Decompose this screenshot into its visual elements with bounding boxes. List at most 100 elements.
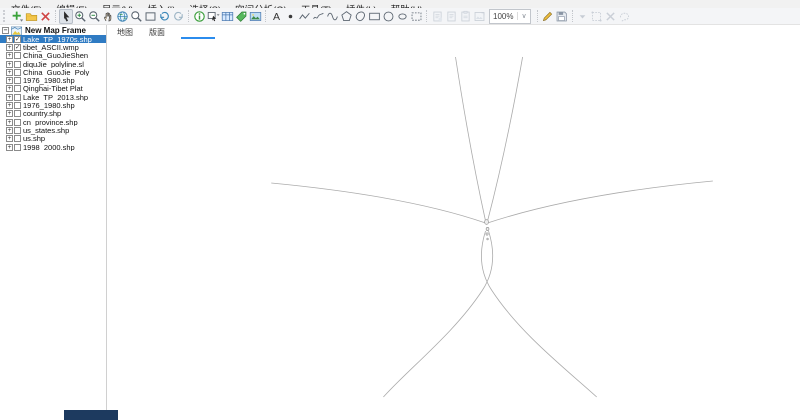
layer-label[interactable]: Lake_TP_1970s.shp — [22, 35, 93, 43]
map-frame-row[interactable]: − New Map Frame — [0, 26, 106, 35]
expand-toggle-icon[interactable]: + — [6, 43, 13, 51]
layer-label[interactable]: 1976_1980.shp — [22, 76, 76, 84]
layer-row[interactable]: + Qinghai-Tibet Plat — [0, 85, 106, 93]
zoom-out-button[interactable] — [87, 9, 101, 24]
identify-button[interactable] — [192, 9, 206, 24]
layer-row[interactable]: + cn_province.shp — [0, 118, 106, 126]
remove-layer-button[interactable] — [38, 9, 52, 24]
menu-spatial-analysis[interactable]: 空间分析(G) — [228, 5, 294, 8]
menu-tools[interactable]: 工具(T) — [294, 5, 339, 8]
ellipse-tool-button[interactable] — [395, 9, 409, 24]
redo-button[interactable] — [171, 9, 185, 24]
menu-file[interactable]: 文件(F) — [4, 5, 49, 8]
layer-visibility-checkbox[interactable] — [14, 110, 21, 118]
zoom-to-layer-button[interactable] — [129, 9, 143, 24]
expand-toggle-icon[interactable]: + — [6, 77, 13, 85]
layer-visibility-checkbox[interactable] — [14, 143, 21, 151]
polyline-tool-button[interactable] — [297, 9, 311, 24]
layer-row[interactable]: + ✓ tibet_ASCII.wmp — [0, 43, 106, 52]
open-file-button[interactable] — [24, 9, 38, 24]
expand-toggle-icon[interactable]: + — [6, 102, 13, 110]
select-feature-button[interactable] — [206, 9, 220, 24]
layer-label[interactable]: us_states.shp — [22, 126, 70, 134]
curve-polygon-tool-button[interactable] — [353, 9, 367, 24]
layer-label[interactable]: diquJie_polyline.sl — [22, 60, 85, 68]
zoom-previous-button[interactable] — [143, 9, 157, 24]
menu-insert[interactable]: 插入(I) — [140, 5, 182, 8]
expand-toggle-icon[interactable]: + — [6, 60, 13, 68]
layer-label[interactable]: 1998_2000.shp — [22, 143, 76, 151]
map-canvas[interactable] — [107, 40, 800, 420]
chevron-down-icon[interactable]: ∨ — [517, 12, 527, 20]
layer-row[interactable]: +1976_1980.shp — [0, 101, 106, 110]
menu-help[interactable]: 帮助(H) — [384, 5, 430, 8]
layer-row[interactable]: + China_GuoJieShen — [0, 52, 106, 60]
layer-visibility-checkbox[interactable] — [14, 52, 21, 60]
layer-visibility-checkbox[interactable]: ✓ — [14, 43, 21, 51]
rectangle-tool-button[interactable] — [367, 9, 381, 24]
layer-label[interactable]: tibet_ASCII.wmp — [22, 43, 80, 51]
tab-layout[interactable]: 版面 — [149, 27, 165, 38]
select-arrow-button[interactable] — [59, 8, 73, 24]
zoom-level-combo[interactable]: 100% ∨ — [489, 8, 531, 24]
expand-toggle-icon[interactable]: + — [6, 110, 13, 118]
undo-button[interactable] — [157, 9, 171, 24]
collapse-toggle-icon[interactable]: − — [2, 27, 9, 34]
full-extent-button[interactable] — [115, 9, 129, 24]
pan-button[interactable] — [101, 9, 115, 24]
menu-edit[interactable]: 编辑(E) — [49, 5, 95, 8]
map-image-button[interactable] — [248, 9, 262, 24]
layer-visibility-checkbox[interactable] — [14, 77, 21, 85]
layer-label[interactable]: us.shp — [22, 135, 46, 143]
expand-toggle-icon[interactable]: + — [6, 143, 13, 151]
layer-label[interactable]: 1976_1980.shp — [22, 101, 76, 109]
layer-visibility-checkbox[interactable] — [14, 68, 21, 76]
expand-toggle-icon[interactable]: + — [6, 52, 13, 60]
expand-toggle-icon[interactable]: + — [6, 126, 13, 134]
layer-visibility-checkbox[interactable] — [14, 118, 21, 126]
layer-label[interactable]: cn_province.shp — [22, 118, 79, 126]
expand-toggle-icon[interactable]: + — [6, 135, 13, 143]
layer-label[interactable]: Qinghai-Tibet Plat — [22, 85, 84, 93]
layer-label[interactable]: Lake_TP_2013.shp — [22, 93, 89, 101]
layer-row[interactable]: + us.shp — [0, 135, 106, 143]
expand-toggle-icon[interactable]: + — [6, 85, 13, 93]
point-tool-button[interactable] — [283, 9, 297, 24]
tab-map[interactable]: 地图 — [117, 27, 133, 38]
save-button[interactable] — [555, 9, 569, 24]
layer-row[interactable]: +1976_1980.shp — [0, 76, 106, 85]
layer-visibility-checkbox[interactable] — [14, 102, 21, 110]
expand-toggle-icon[interactable]: + — [6, 118, 13, 126]
layer-label[interactable]: country.shp — [22, 110, 62, 118]
expand-toggle-icon[interactable]: + — [6, 68, 13, 76]
layer-row[interactable]: + Lake_TP_2013.shp — [0, 93, 106, 101]
text-tool-button[interactable]: A — [269, 9, 283, 24]
layer-row[interactable]: + ✓ Lake_TP_1970s.shp — [0, 35, 106, 44]
edit-pencil-button[interactable] — [541, 9, 555, 24]
layer-row[interactable]: +1998_2000.shp — [0, 143, 106, 151]
layer-visibility-checkbox[interactable]: ✓ — [14, 35, 21, 43]
expand-toggle-icon[interactable]: + — [6, 93, 13, 101]
menu-view[interactable]: 显示(V) — [95, 5, 141, 8]
menu-plugins[interactable]: 插件(L) — [339, 5, 384, 8]
layer-visibility-checkbox[interactable] — [14, 85, 21, 93]
layer-label[interactable]: China_GuoJieShen — [22, 52, 89, 60]
freehand-tool-button[interactable] — [311, 9, 325, 24]
layer-row[interactable]: + diquJie_polyline.sl — [0, 60, 106, 68]
label-button[interactable] — [234, 9, 248, 24]
layer-visibility-checkbox[interactable] — [14, 60, 21, 68]
layer-row[interactable]: + China_GuoJie_Poly — [0, 68, 106, 76]
menu-selection[interactable]: 选择(S) — [182, 5, 228, 8]
circle-tool-button[interactable] — [381, 9, 395, 24]
lasso-tool-button[interactable] — [409, 9, 423, 24]
add-layer-button[interactable] — [10, 9, 24, 24]
curve-tool-button[interactable] — [325, 9, 339, 24]
layer-visibility-checkbox[interactable] — [14, 126, 21, 134]
layer-row[interactable]: + country.shp — [0, 110, 106, 118]
layer-visibility-checkbox[interactable] — [14, 135, 21, 143]
layer-label[interactable]: China_GuoJie_Poly — [22, 68, 90, 76]
layer-row[interactable]: + us_states.shp — [0, 126, 106, 135]
polygon-tool-button[interactable] — [339, 9, 353, 24]
attribute-table-button[interactable] — [220, 9, 234, 24]
zoom-in-button[interactable] — [73, 9, 87, 24]
